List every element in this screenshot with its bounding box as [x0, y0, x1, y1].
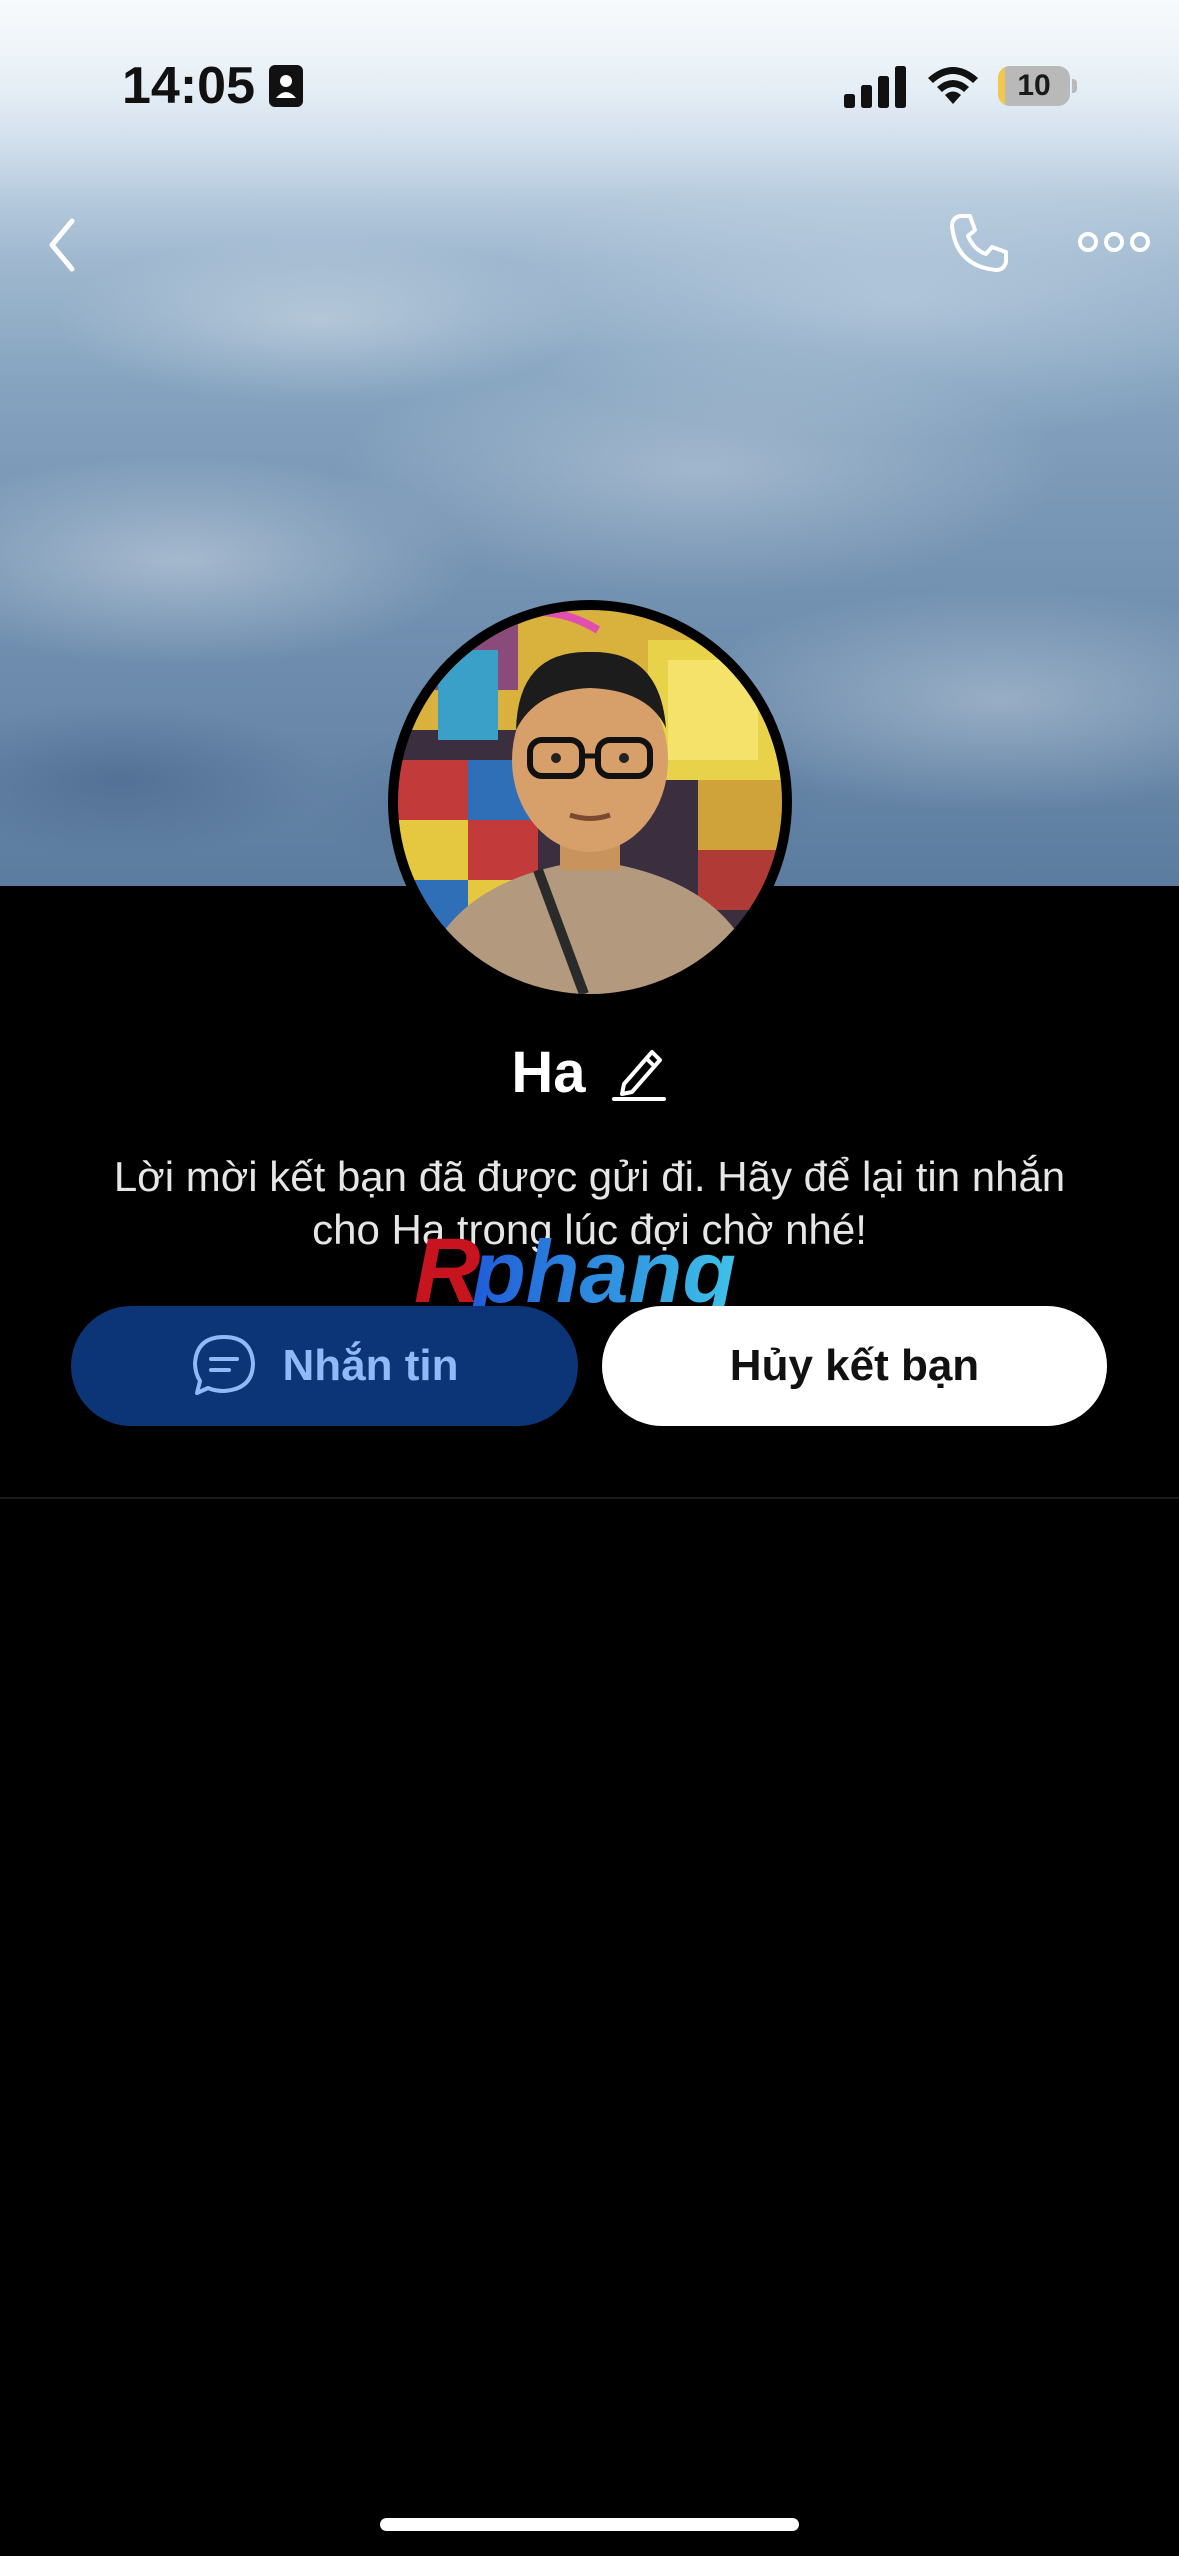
send-message-button[interactable]: Nhắn tin: [71, 1306, 578, 1426]
more-options-button[interactable]: [1076, 218, 1152, 266]
name-row: Ha: [0, 1032, 1179, 1112]
profile-screen: 14:05 10 Ha Lời mời kết bạn đã được gửi …: [0, 0, 1179, 2556]
chat-bubble-icon: [192, 1335, 255, 1395]
status-time: 14:05: [122, 57, 255, 115]
more-horizontal-icon: [1078, 232, 1150, 252]
call-button[interactable]: [942, 206, 1016, 280]
wifi-icon: [928, 67, 978, 104]
profile-avatar[interactable]: [388, 600, 792, 1004]
avatar-photo: [398, 610, 782, 994]
send-message-label: Nhắn tin: [282, 1341, 459, 1390]
pencil-icon[interactable]: [611, 1042, 668, 1102]
contact-card-icon: [269, 65, 303, 107]
battery-level: 10: [1017, 69, 1051, 102]
cancel-friend-request-label: Hủy kết bạn: [729, 1341, 980, 1390]
cancel-friend-request-button[interactable]: Hủy kết bạn: [602, 1306, 1107, 1426]
message-line-1: Lời mời kết bạn đã được gửi đi. Hãy để l…: [113, 1153, 1066, 1200]
chevron-left-icon: [49, 218, 75, 272]
back-button[interactable]: [30, 205, 94, 285]
battery-indicator: 10: [998, 66, 1077, 106]
section-divider: [0, 1497, 1179, 1499]
phone-icon: [950, 214, 1008, 272]
profile-name: Ha: [511, 1039, 586, 1105]
cellular-signal-icon: [844, 66, 906, 108]
home-indicator[interactable]: [380, 2518, 799, 2531]
